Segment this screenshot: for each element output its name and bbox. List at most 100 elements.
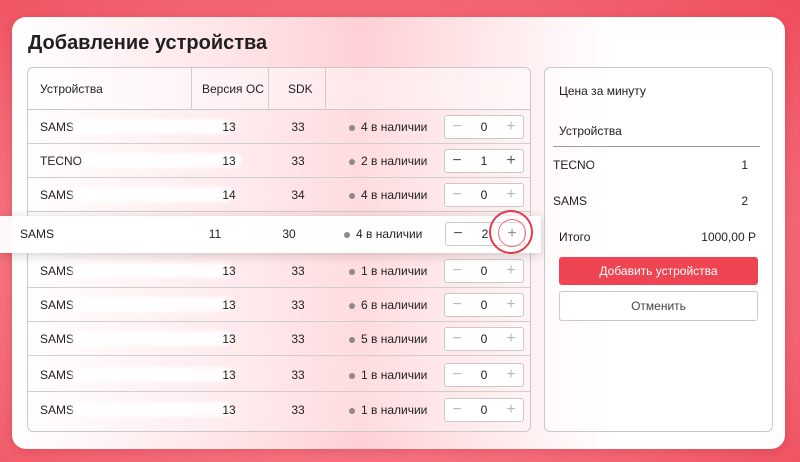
total-label: Итого	[559, 230, 591, 244]
os-version: 13	[222, 120, 236, 134]
sdk-version: 34	[291, 188, 305, 202]
status-dot	[349, 124, 355, 131]
increment-button[interactable]: +	[500, 150, 522, 172]
device-name: SAMS	[40, 298, 75, 312]
summary-item: SAMS 2	[553, 192, 760, 212]
device-name: SAMS	[40, 368, 75, 382]
availability: 4 в наличии	[349, 188, 427, 202]
os-version: 13	[222, 332, 236, 346]
table-row: SAMS 13 33 1 в наличии − 0 +	[28, 254, 530, 288]
quantity-stepper: − 0 +	[444, 183, 524, 207]
table-header: Устройства Версия ОС SDK	[28, 68, 530, 110]
quantity-value[interactable]: 0	[467, 368, 501, 382]
table-row: SAMS 13 33 4 в наличии − 0 +	[28, 110, 530, 144]
os-version: 13	[222, 403, 236, 417]
increment-button[interactable]: +	[500, 260, 522, 282]
decrement-button[interactable]: −	[447, 223, 469, 245]
summary-item: TECNO 1	[553, 156, 760, 176]
decrement-button[interactable]: −	[446, 364, 468, 386]
quantity-value[interactable]: 0	[467, 298, 501, 312]
table-row: SAMS 13 33 5 в наличии − 0 +	[28, 322, 530, 356]
table-row: SAMS 14 34 4 в наличии − 0 +	[28, 178, 530, 212]
table-row: SAMS 13 33 6 в наличии − 0 +	[28, 288, 530, 322]
quantity-value[interactable]: 0	[467, 332, 501, 346]
device-name: SAMS	[40, 120, 75, 134]
add-devices-button[interactable]: Добавить устройства	[559, 257, 758, 285]
device-name: SAMS	[20, 227, 55, 241]
status-dot	[349, 192, 355, 199]
status-dot	[349, 268, 355, 275]
device-name: SAMS	[40, 264, 75, 278]
decrement-button[interactable]: −	[446, 116, 468, 138]
redacted-model	[72, 297, 232, 312]
availability: 1 в наличии	[349, 368, 427, 382]
quantity-value[interactable]: 0	[467, 403, 501, 417]
device-name: TECNO	[40, 154, 82, 168]
availability: 1 в наличии	[349, 403, 427, 417]
total-value: 1000,00 Р	[701, 230, 756, 244]
quantity-value[interactable]: 0	[467, 264, 501, 278]
page-title: Добавление устройства	[28, 32, 268, 54]
increment-button[interactable]: +	[500, 184, 522, 206]
os-version: 13	[222, 264, 236, 278]
device-name: SAMS	[40, 188, 75, 202]
table-row: TECNO 13 33 2 в наличии − 1 +	[28, 144, 530, 178]
header-os-version: Версия ОС	[202, 82, 264, 96]
table-row-highlighted[interactable]: SAMS 11 30 4 в наличии − 2 +	[0, 216, 541, 253]
redacted-model	[72, 119, 232, 134]
quantity-stepper: − 0 +	[444, 327, 524, 351]
decrement-button[interactable]: −	[446, 150, 468, 172]
header-divider	[268, 68, 269, 110]
cancel-button[interactable]: Отменить	[559, 291, 758, 321]
sdk-version: 33	[291, 298, 305, 312]
redacted-model	[72, 367, 232, 382]
divider	[553, 146, 760, 147]
status-dot	[349, 407, 355, 414]
redacted-model	[595, 159, 705, 172]
summary-item-name: TECNO	[553, 158, 595, 172]
quantity-stepper: − 1 +	[444, 149, 524, 173]
status-dot	[349, 372, 355, 379]
summary-item-count: 1	[741, 158, 748, 172]
availability: 6 в наличии	[349, 298, 427, 312]
quantity-value[interactable]: 1	[467, 154, 501, 168]
redacted-model	[72, 263, 232, 278]
redacted-model	[72, 187, 232, 202]
decrement-button[interactable]: −	[446, 260, 468, 282]
quantity-stepper: − 0 +	[444, 115, 524, 139]
status-dot	[349, 336, 355, 343]
decrement-button[interactable]: −	[446, 294, 468, 316]
os-version: 13	[222, 298, 236, 312]
quantity-value[interactable]: 0	[467, 188, 501, 202]
increment-button[interactable]: +	[500, 364, 522, 386]
sdk-version: 33	[291, 264, 305, 278]
availability: 4 в наличии	[349, 120, 427, 134]
quantity-stepper: − 0 +	[444, 293, 524, 317]
redacted-model	[60, 227, 210, 242]
sdk-version: 33	[291, 368, 305, 382]
redacted-model	[72, 402, 232, 417]
header-divider	[191, 68, 192, 110]
increment-button[interactable]: +	[500, 328, 522, 350]
table-row: SAMS 13 33 1 в наличии − 0 +	[28, 358, 530, 392]
os-version: 13	[222, 154, 236, 168]
os-version: 14	[222, 188, 236, 202]
decrement-button[interactable]: −	[446, 184, 468, 206]
status-dot	[349, 158, 355, 165]
quantity-value[interactable]: 0	[467, 120, 501, 134]
device-name: SAMS	[40, 332, 75, 346]
quantity-stepper: − 0 +	[444, 363, 524, 387]
increment-button[interactable]: +	[500, 116, 522, 138]
availability: 1 в наличии	[349, 264, 427, 278]
summary-subtitle: Устройства	[559, 124, 622, 138]
summary-item-name: SAMS	[553, 194, 588, 208]
decrement-button[interactable]: −	[446, 399, 468, 421]
redacted-model	[72, 331, 232, 346]
price-summary-panel: Цена за минуту Устройства TECNO 1 SAMS 2…	[544, 67, 773, 432]
increment-button[interactable]: +	[500, 294, 522, 316]
availability: 5 в наличии	[349, 332, 427, 346]
increment-button[interactable]: +	[500, 399, 522, 421]
sdk-version: 33	[291, 120, 305, 134]
table-row: SAMS 13 33 1 в наличии − 0 +	[28, 393, 530, 427]
decrement-button[interactable]: −	[446, 328, 468, 350]
